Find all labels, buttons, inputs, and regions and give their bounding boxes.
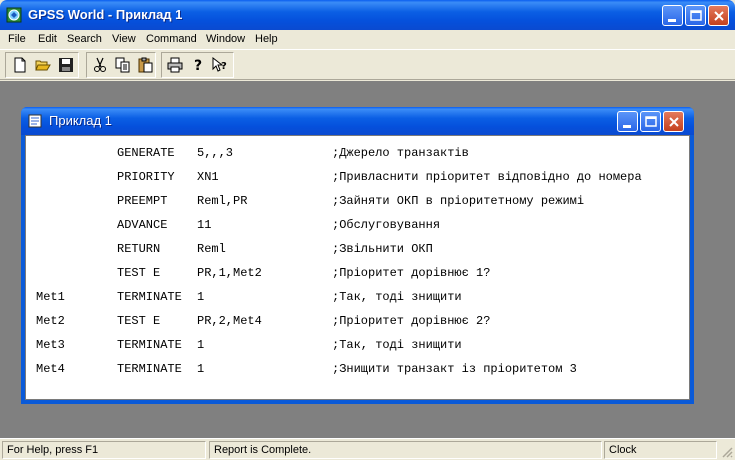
open-folder-icon[interactable] (32, 54, 54, 76)
save-icon[interactable] (55, 54, 77, 76)
copy-icon[interactable] (112, 54, 134, 76)
child-minimize-button[interactable] (617, 111, 638, 132)
code-operation: TEST E (117, 266, 161, 280)
code-comment: ;Знищити транзакт із пріоритетом 3 (332, 362, 577, 376)
print-icon[interactable] (164, 54, 186, 76)
status-clock: Clock (604, 441, 717, 459)
status-report: Report is Complete. (209, 441, 602, 459)
code-operation: RETURN (117, 242, 161, 256)
code-operands: 1 (197, 362, 205, 376)
child-close-button[interactable] (663, 111, 684, 132)
code-line: ADVANCE 11 ;Обслуговування (26, 216, 689, 234)
code-operands: XN1 (197, 170, 219, 184)
status-bar: For Help, press F1 Report is Complete. C… (0, 438, 735, 460)
code-line: Met1 TERMINATE 1 ;Так, тоді знищити (26, 288, 689, 306)
code-operation: ADVANCE (117, 218, 168, 232)
menu-view[interactable]: View (112, 33, 136, 45)
model-window[interactable]: Приклад 1 GENERATE 5,,,3 ;Джерело транза… (21, 107, 694, 404)
close-button[interactable] (708, 5, 729, 26)
code-operation: TERMINATE (117, 362, 182, 376)
code-operands: PR,1,Met2 (197, 266, 262, 280)
code-line: Met4 TERMINATE 1 ;Знищити транзакт із пр… (26, 360, 689, 378)
svg-text:?: ? (221, 61, 227, 72)
code-comment: ;Пріоритет дорівнює 2? (332, 314, 491, 328)
code-comment: ;Обслуговування (332, 218, 441, 232)
svg-text:?: ? (194, 58, 202, 73)
menu-command[interactable]: Command (146, 33, 197, 45)
model-window-title: Приклад 1 (49, 113, 112, 128)
menu-window[interactable]: Window (206, 33, 245, 45)
menu-edit[interactable]: Edit (38, 33, 57, 45)
code-comment: ;Привласнити пріоритет відповідно до ном… (332, 170, 642, 184)
code-line: Met2 TEST E PR,2,Met4 ;Пріоритет дорівню… (26, 312, 689, 330)
code-operation: TERMINATE (117, 338, 182, 352)
code-comment: ;Пріоритет дорівнює 1? (332, 266, 491, 280)
code-line: PREEMPT Reml,PR ;Зайняти ОКП в пріоритет… (26, 192, 689, 210)
code-operands: 11 (197, 218, 212, 232)
code-operands: 5,,,3 (197, 146, 234, 160)
code-comment: ;Зайняти ОКП в пріоритетному режимі (332, 194, 585, 208)
menu-bar: File Edit Search View Command Window Hel… (0, 30, 735, 49)
code-operation: PRIORITY (117, 170, 175, 184)
document-icon (28, 114, 42, 128)
code-line: GENERATE 5,,,3 ;Джерело транзактів (26, 144, 689, 162)
help-icon[interactable]: ? (187, 54, 209, 76)
code-editor[interactable]: GENERATE 5,,,3 ;Джерело транзактів PRIOR… (25, 135, 690, 400)
code-line: TEST E PR,1,Met2 ;Пріоритет дорівнює 1? (26, 264, 689, 282)
status-help: For Help, press F1 (2, 441, 206, 459)
resize-grip-icon[interactable] (721, 446, 733, 458)
cut-icon[interactable] (89, 54, 111, 76)
code-label: Met2 (36, 314, 65, 328)
code-operation: PREEMPT (117, 194, 168, 208)
code-operands: 1 (197, 338, 205, 352)
model-window-title-bar[interactable]: Приклад 1 (21, 107, 694, 135)
code-label: Met4 (36, 362, 65, 376)
app-title-bar[interactable]: GPSS World - Приклад 1 (0, 0, 735, 30)
code-operands: Reml (197, 242, 226, 256)
maximize-button[interactable] (685, 5, 706, 26)
code-comment: ;Звільнити ОКП (332, 242, 433, 256)
new-icon[interactable] (9, 54, 31, 76)
code-comment: ;Так, тоді знищити (332, 290, 462, 304)
paste-icon[interactable] (134, 54, 156, 76)
code-line: Met3 TERMINATE 1 ;Так, тоді знищити (26, 336, 689, 354)
minimize-button[interactable] (662, 5, 683, 26)
code-label: Met1 (36, 290, 65, 304)
toolbar: ? ? (0, 49, 735, 80)
gpss-app-icon (6, 7, 22, 23)
code-label: Met3 (36, 338, 65, 352)
menu-help[interactable]: Help (255, 33, 278, 45)
window-title: GPSS World - Приклад 1 (28, 7, 183, 22)
code-line: RETURN Reml ;Звільнити ОКП (26, 240, 689, 258)
child-maximize-button[interactable] (640, 111, 661, 132)
code-line: PRIORITY XN1 ;Привласнити пріоритет відп… (26, 168, 689, 186)
context-help-icon[interactable]: ? (209, 54, 231, 76)
code-comment: ;Так, тоді знищити (332, 338, 462, 352)
menu-file[interactable]: File (8, 33, 26, 45)
code-operands: Reml,PR (197, 194, 248, 208)
code-operation: TEST E (117, 314, 161, 328)
mdi-client-area: Приклад 1 GENERATE 5,,,3 ;Джерело транза… (0, 81, 735, 438)
menu-search[interactable]: Search (67, 33, 102, 45)
code-operation: TERMINATE (117, 290, 182, 304)
code-comment: ;Джерело транзактів (332, 146, 469, 160)
code-operands: PR,2,Met4 (197, 314, 262, 328)
code-operands: 1 (197, 290, 205, 304)
code-operation: GENERATE (117, 146, 175, 160)
